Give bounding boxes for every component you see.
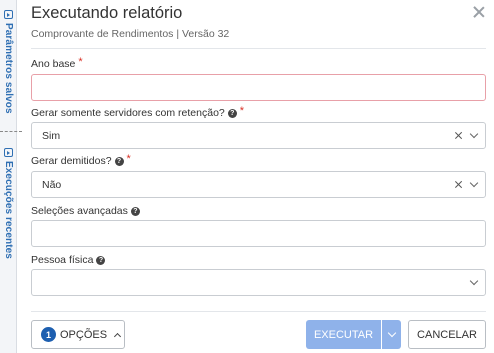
- ano-base-input[interactable]: [31, 74, 486, 101]
- options-label: OPÇÕES: [60, 328, 108, 341]
- ano-base-label: Ano base *: [31, 56, 83, 70]
- help-icon[interactable]: ?: [130, 206, 140, 216]
- tab-label: Parâmetros salvos: [3, 23, 14, 114]
- help-icon[interactable]: ?: [227, 108, 237, 118]
- selected-value: Não: [42, 178, 62, 191]
- footer-divider: [31, 311, 486, 312]
- execute-dropdown-button[interactable]: [382, 320, 401, 349]
- chevron-down-icon: [387, 328, 396, 337]
- expand-panel-icon: [4, 10, 13, 19]
- execute-button[interactable]: EXECUTAR: [306, 320, 381, 349]
- required-mark: *: [126, 153, 131, 165]
- options-count-badge: 1: [41, 327, 56, 342]
- chevron-up-icon: [114, 332, 122, 340]
- gerar-retencao-label: Gerar somente servidores com retenção? ?…: [31, 105, 245, 119]
- chevron-down-icon[interactable]: [469, 178, 479, 187]
- dialog-subtitle: Comprovante de Rendimentos | Versão 32: [31, 28, 230, 40]
- help-icon[interactable]: ?: [114, 156, 124, 166]
- gerar-demitidos-select[interactable]: Não: [31, 171, 486, 198]
- cancel-button[interactable]: CANCELAR: [408, 320, 486, 349]
- gerar-demitidos-label: Gerar demitidos? ? *: [31, 153, 131, 167]
- tab-execucoes-recentes[interactable]: Execuções recentes: [0, 148, 17, 259]
- dialog-title: Executando relatório: [31, 4, 183, 22]
- help-icon[interactable]: ?: [96, 255, 106, 265]
- selecoes-avancadas-label: Seleções avançadas ?: [31, 205, 140, 217]
- header-divider: [31, 48, 486, 49]
- chevron-down-icon[interactable]: [469, 276, 479, 285]
- gerar-retencao-select[interactable]: Sim: [31, 122, 486, 149]
- clear-icon[interactable]: [455, 181, 462, 188]
- chevron-down-icon[interactable]: [469, 129, 479, 138]
- pessoa-fisica-label: Pessoa física ?: [31, 254, 106, 266]
- tab-label: Execuções recentes: [3, 161, 14, 259]
- options-button[interactable]: 1 OPÇÕES: [31, 320, 125, 349]
- close-icon[interactable]: [472, 5, 486, 19]
- tab-parametros-salvos[interactable]: Parâmetros salvos: [0, 10, 17, 114]
- pessoa-fisica-select[interactable]: [31, 269, 486, 296]
- selected-value: Sim: [42, 129, 61, 142]
- expand-panel-icon: [4, 148, 13, 157]
- clear-icon[interactable]: [455, 132, 462, 139]
- sidebar-divider: [0, 131, 22, 132]
- required-mark: *: [239, 105, 245, 117]
- required-mark: *: [78, 56, 83, 68]
- selecoes-avancadas-input[interactable]: [31, 220, 486, 247]
- side-panel: Parâmetros salvos Execuções recentes: [0, 0, 17, 353]
